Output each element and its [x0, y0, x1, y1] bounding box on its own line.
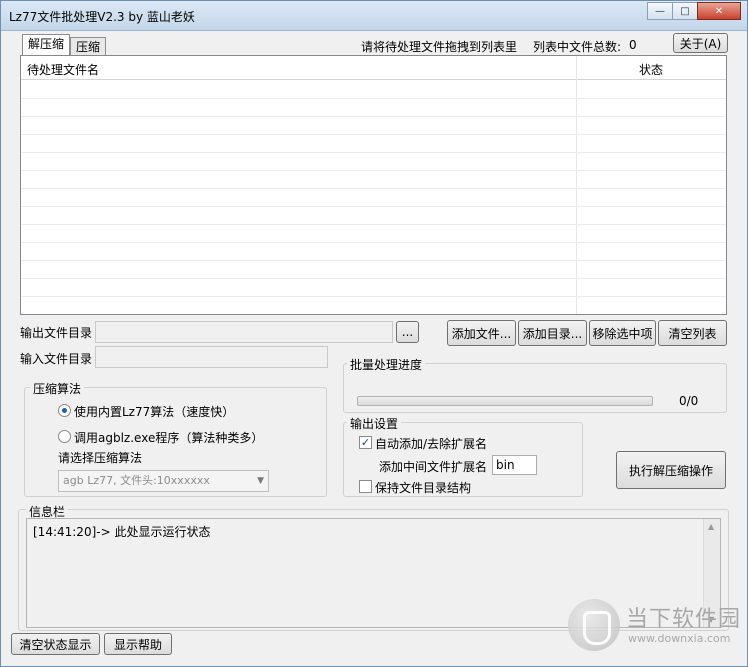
drag-hint: 请将待处理文件拖拽到列表里 — [361, 40, 518, 54]
tab-decompress[interactable]: 解压缩 — [22, 34, 71, 56]
keep-structure-label[interactable]: 保持文件目录结构 — [375, 479, 471, 496]
auto-extension-label[interactable]: 自动添加/去除扩展名 — [375, 435, 487, 452]
list-gridline — [21, 242, 726, 243]
scroll-up-icon[interactable]: ▲ — [708, 522, 714, 531]
file-count-value: 0 — [629, 38, 637, 52]
watermark-text: 当下软件园 — [626, 607, 742, 632]
window-title: Lz77文件批处理V2.3 by 蓝山老妖 — [9, 10, 195, 24]
file-list-header: 待处理文件名 状态 — [21, 56, 726, 80]
output-dir-field[interactable] — [95, 321, 393, 343]
list-gridline — [21, 152, 726, 153]
output-dir-label: 输出文件目录 — [20, 326, 93, 340]
list-gridline — [21, 296, 726, 297]
batch-progress-text: 0/0 — [679, 394, 699, 408]
external-algorithm-radio[interactable] — [58, 430, 71, 443]
file-list[interactable]: 待处理文件名 状态 — [20, 55, 727, 315]
list-gridline — [21, 206, 726, 207]
input-dir-field[interactable] — [95, 346, 328, 368]
input-dir-label: 输入文件目录 — [20, 352, 93, 366]
clear-list-button[interactable]: 清空列表 — [658, 320, 727, 346]
title-bar[interactable]: Lz77文件批处理V2.3 by 蓝山老妖 — □ ✕ — [1, 1, 747, 31]
clear-status-button[interactable]: 清空状态显示 — [11, 633, 100, 655]
show-help-button[interactable]: 显示帮助 — [104, 633, 172, 655]
watermark-logo-icon — [568, 599, 620, 651]
close-button[interactable]: ✕ — [697, 2, 741, 20]
list-gridline — [21, 278, 726, 279]
output-settings-title: 输出设置 — [347, 415, 402, 432]
chevron-down-icon: ▼ — [257, 476, 264, 486]
builtin-algorithm-radio[interactable] — [58, 404, 71, 417]
about-button[interactable]: 关于(A) — [673, 33, 728, 53]
add-files-button[interactable]: 添加文件... — [447, 320, 516, 346]
browse-button[interactable]: ... — [396, 321, 419, 343]
column-separator — [576, 56, 577, 314]
external-algorithm-label[interactable]: 调用agblz.exe程序（算法种类多） — [74, 429, 263, 446]
middle-extension-label: 添加中间文件扩展名 — [379, 460, 488, 474]
tab-compress[interactable]: 压缩 — [70, 37, 107, 57]
keep-structure-checkbox[interactable] — [359, 480, 372, 493]
auto-extension-checkbox[interactable]: ✓ — [359, 436, 372, 449]
list-gridline — [21, 116, 726, 117]
maximize-button[interactable]: □ — [672, 2, 698, 20]
minimize-button[interactable]: — — [647, 2, 673, 20]
watermark: 当下软件园 www.downxia.com — [568, 599, 744, 655]
builtin-algorithm-label[interactable]: 使用内置Lz77算法（速度快） — [74, 403, 234, 420]
window-controls: — □ ✕ — [647, 2, 741, 20]
app-window: Lz77文件批处理V2.3 by 蓝山老妖 — □ ✕ 解压缩 压缩 请将待处理… — [0, 0, 748, 667]
batch-progress-bar — [357, 396, 653, 406]
watermark-url: www.downxia.com — [628, 632, 731, 645]
select-algorithm-label: 请选择压缩算法 — [58, 451, 143, 465]
list-gridline — [21, 224, 726, 225]
remove-selected-button[interactable]: 移除选中项 — [589, 320, 656, 346]
algorithm-select-value: agb Lz77, 文件头:10xxxxxx — [63, 474, 210, 487]
middle-extension-input[interactable]: bin — [492, 455, 537, 475]
batch-progress-title: 批量处理进度 — [347, 356, 426, 373]
add-directory-button[interactable]: 添加目录... — [518, 320, 587, 346]
list-gridline — [21, 188, 726, 189]
column-filename[interactable]: 待处理文件名 — [27, 61, 99, 78]
column-status[interactable]: 状态 — [639, 61, 663, 78]
algorithm-select[interactable]: agb Lz77, 文件头:10xxxxxx ▼ — [58, 470, 269, 492]
status-log-line: [14:41:20]-> 此处显示运行状态 — [33, 525, 211, 539]
file-count-label: 列表中文件总数: — [533, 40, 622, 54]
list-gridline — [21, 98, 726, 99]
compression-algorithm-title: 压缩算法 — [30, 380, 85, 397]
list-gridline — [21, 134, 726, 135]
list-gridline — [21, 170, 726, 171]
execute-decompress-button[interactable]: 执行解压缩操作 — [616, 451, 726, 489]
list-gridline — [21, 260, 726, 261]
